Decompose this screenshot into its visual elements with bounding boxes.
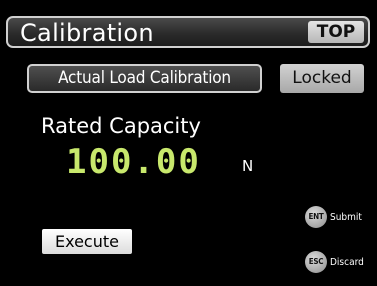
rated-capacity-value[interactable]: 100.00 xyxy=(66,142,201,182)
discard-label: Discard xyxy=(330,256,364,268)
title-bar: Calibration TOP xyxy=(6,16,370,48)
execute-button[interactable]: Execute xyxy=(42,229,132,254)
submit-label: Submit xyxy=(330,211,362,223)
rated-capacity-label: Rated Capacity xyxy=(41,114,201,138)
top-button[interactable]: TOP xyxy=(308,21,364,43)
esc-key-icon[interactable]: ESC xyxy=(305,251,327,273)
ent-key-icon[interactable]: ENT xyxy=(305,206,327,228)
discard-hint: ESC Discard xyxy=(305,251,364,273)
submit-hint: ENT Submit xyxy=(305,206,362,228)
calibration-mode-button[interactable]: Actual Load Calibration xyxy=(27,64,262,93)
lock-status-badge: Locked xyxy=(280,64,364,93)
page-title: Calibration xyxy=(20,19,154,47)
calibration-screen: Calibration TOP Actual Load Calibration … xyxy=(0,0,377,286)
rated-capacity-unit: N xyxy=(242,157,254,175)
